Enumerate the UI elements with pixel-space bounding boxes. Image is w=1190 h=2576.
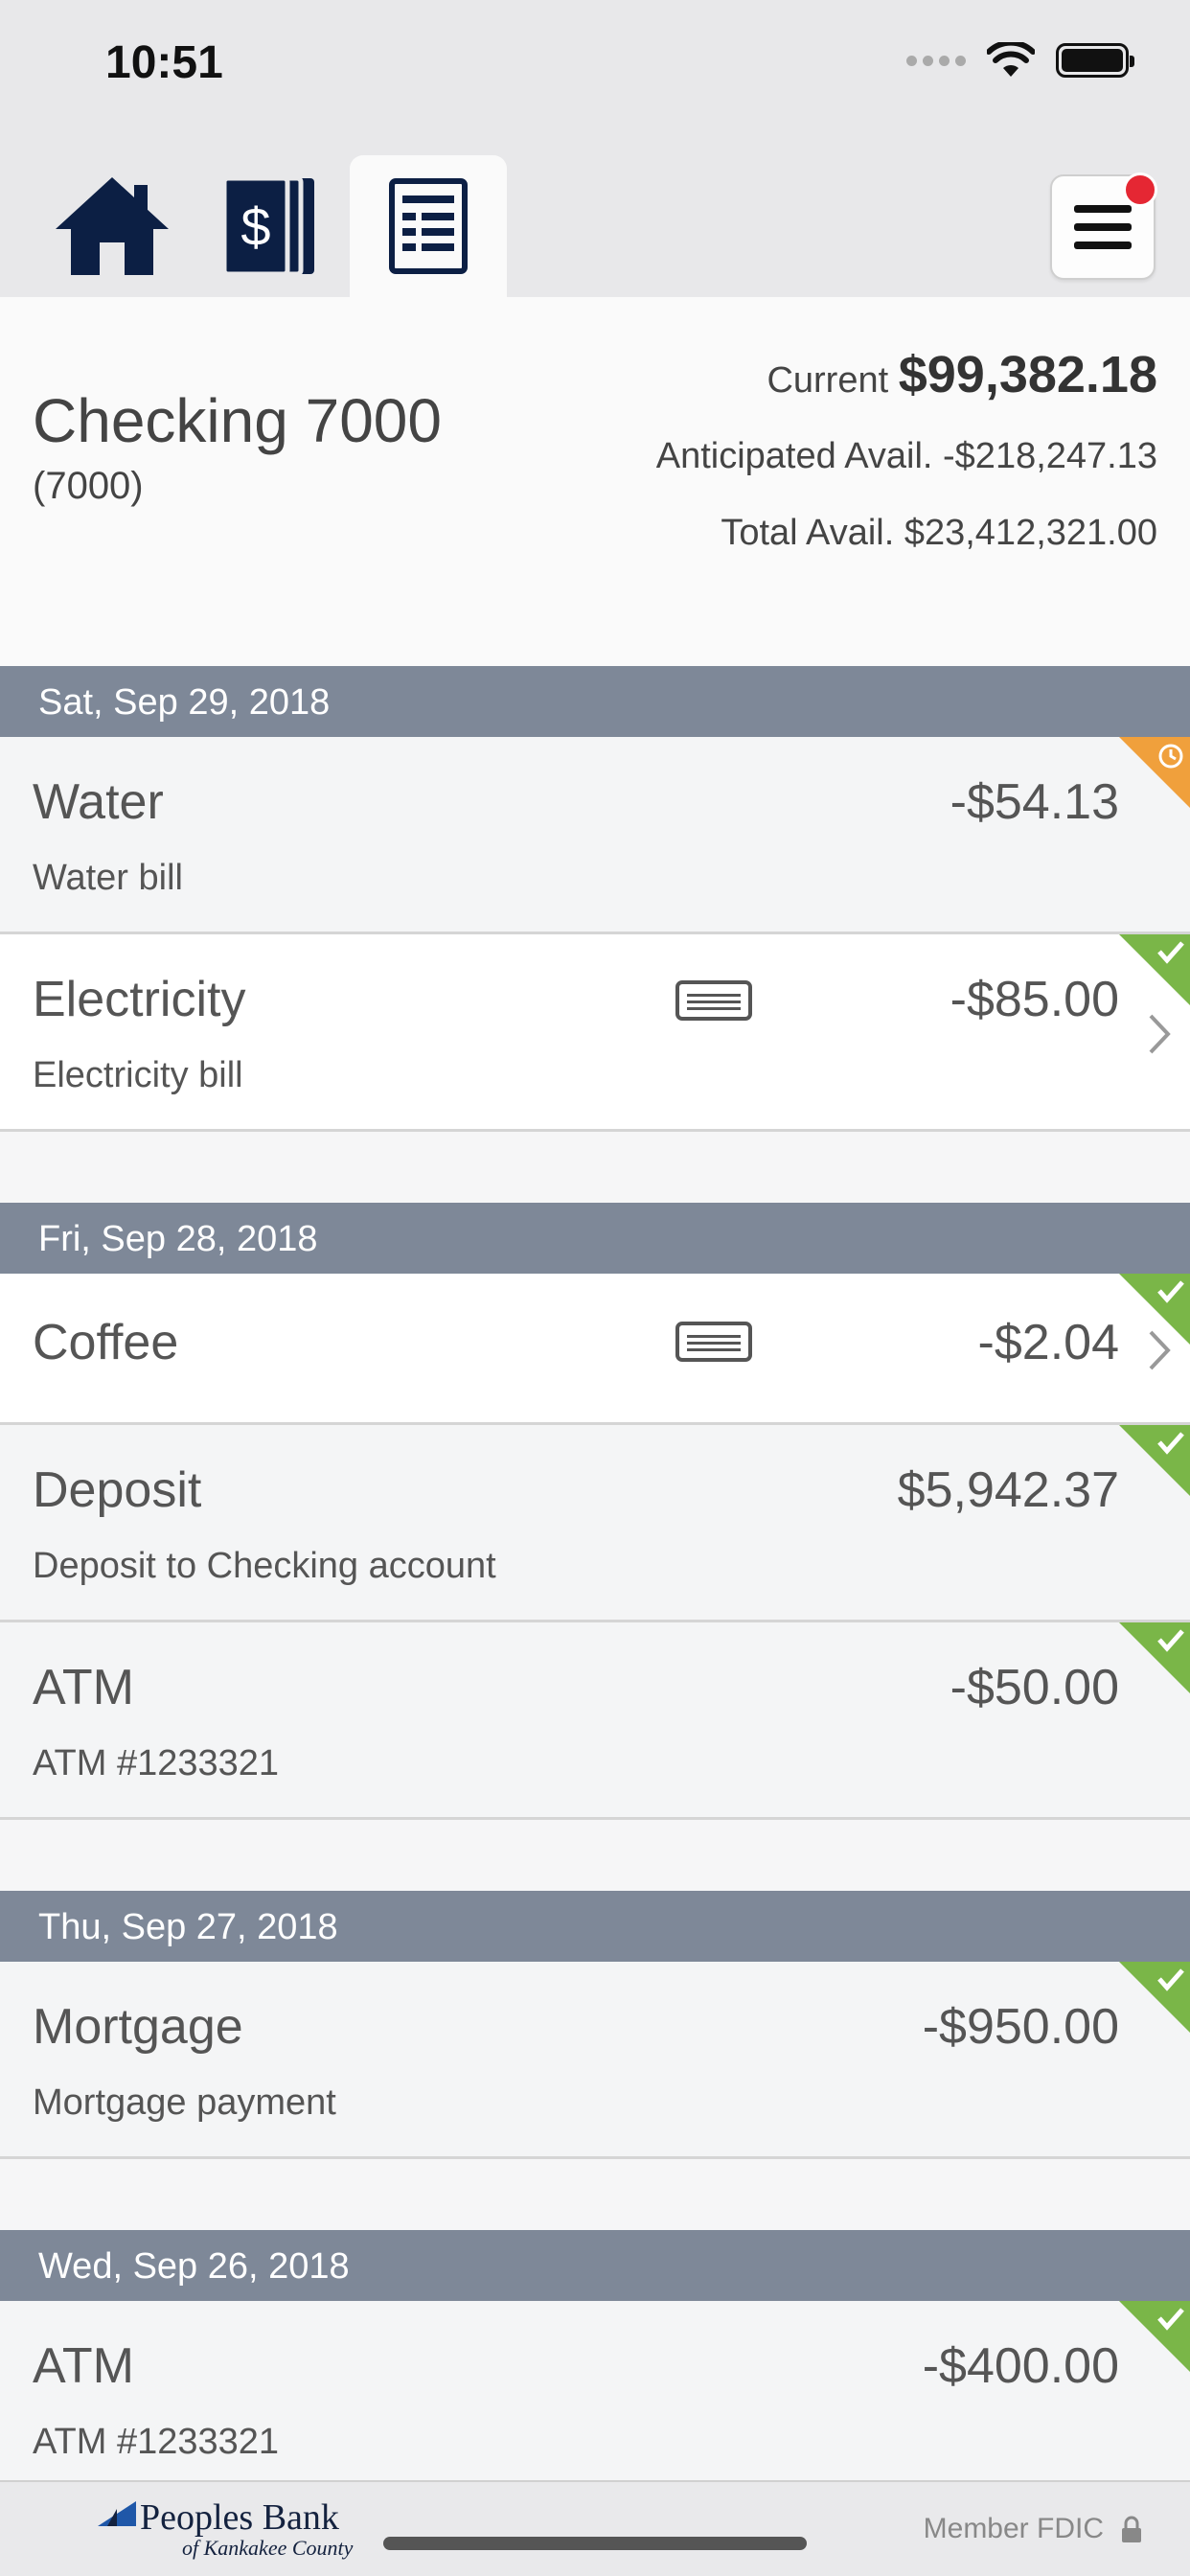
transaction-name: Coffee (33, 1315, 179, 1370)
transaction-amount: -$50.00 (950, 1660, 1119, 1715)
home-icon (56, 177, 169, 275)
home-indicator[interactable] (383, 2537, 807, 2550)
transaction-row[interactable]: Coffee -$2.04 (0, 1274, 1190, 1425)
transaction-name: ATM (33, 2338, 134, 2394)
notification-badge (1123, 172, 1157, 207)
tab-home[interactable] (34, 155, 191, 297)
transaction-amount: -$54.13 (950, 774, 1119, 830)
cleared-check-icon (1119, 1622, 1190, 1693)
transaction-name: Mortgage (33, 1999, 243, 2055)
accounts-icon: $ (222, 176, 314, 276)
transaction-name: ATM (33, 1660, 134, 1715)
pending-clock-icon (1119, 737, 1190, 808)
register-icon (389, 178, 468, 274)
anticipated-balance-value: -$218,247.13 (943, 436, 1157, 476)
account-summary: Checking 7000 (7000) Current $99,382.18 … (0, 297, 1190, 666)
chevron-right-icon[interactable] (1148, 1013, 1171, 1055)
anticipated-balance: Anticipated Avail. -$218,247.13 (656, 436, 1157, 477)
card-icon (675, 1322, 752, 1362)
transaction-row[interactable]: Water Water bill -$54.13 (0, 737, 1190, 934)
transaction-memo: ATM #1233321 (33, 1743, 280, 1783)
transaction-row[interactable]: Deposit Deposit to Checking account $5,9… (0, 1425, 1190, 1622)
logo-name: Peoples Bank (140, 2497, 339, 2538)
date-header: Thu, Sep 27, 2018 (0, 1891, 1190, 1962)
transaction-row[interactable]: ATM ATM #1233321 -$50.00 (0, 1622, 1190, 1820)
menu-button[interactable] (1050, 172, 1157, 280)
transaction-name: Water (33, 774, 164, 830)
total-balance: Total Avail. $23,412,321.00 (721, 513, 1157, 554)
total-balance-label: Total Avail. (721, 513, 895, 553)
cleared-check-icon (1119, 2301, 1190, 2372)
date-header: Fri, Sep 28, 2018 (0, 1203, 1190, 1274)
transaction-name: Electricity (33, 972, 246, 1027)
group-spacer (0, 1820, 1190, 1891)
status-icons (906, 42, 1134, 79)
group-spacer (0, 1132, 1190, 1203)
transaction-row[interactable]: ATM ATM #1233321 -$400.00 (0, 2301, 1190, 2498)
transaction-name: Deposit (33, 1462, 202, 1518)
status-bar: 10:51 (0, 0, 1190, 134)
transaction-memo: Water bill (33, 858, 183, 898)
transaction-amount: -$85.00 (950, 972, 1119, 1027)
date-header: Sat, Sep 29, 2018 (0, 666, 1190, 737)
transaction-amount: -$950.00 (922, 1999, 1119, 2055)
battery-icon (1056, 43, 1134, 78)
transaction-register: Sat, Sep 29, 2018 Water Water bill -$54.… (0, 666, 1190, 2498)
cleared-check-icon (1119, 1425, 1190, 1496)
cleared-check-icon (1119, 934, 1190, 1005)
transaction-row[interactable]: Mortgage Mortgage payment -$950.00 (0, 1962, 1190, 2159)
current-balance-label: Current (767, 360, 889, 401)
transaction-amount: -$2.04 (977, 1315, 1119, 1370)
date-header: Wed, Sep 26, 2018 (0, 2230, 1190, 2301)
card-icon (675, 980, 752, 1021)
cellular-signal-icon (906, 55, 966, 66)
wifi-icon (987, 42, 1035, 77)
transaction-memo: Electricity bill (33, 1055, 243, 1095)
transaction-memo: Deposit to Checking account (33, 1546, 496, 1586)
fdic-label: Member FDIC (923, 2513, 1104, 2544)
hamburger-menu-icon (1074, 205, 1132, 249)
anticipated-balance-label: Anticipated Avail. (655, 436, 933, 476)
total-balance-value: $23,412,321.00 (904, 513, 1157, 553)
tab-register[interactable] (350, 155, 507, 297)
lock-icon (1122, 2516, 1141, 2542)
transaction-memo: ATM #1233321 (33, 2422, 280, 2462)
svg-text:$: $ (240, 196, 270, 257)
cleared-check-icon (1119, 1962, 1190, 2033)
current-balance: Current $99,382.18 (767, 345, 1157, 404)
logo-subtitle: of Kankakee County (182, 2536, 354, 2560)
current-balance-value: $99,382.18 (898, 346, 1157, 403)
toolbar: $ (0, 134, 1190, 297)
tab-accounts[interactable]: $ (192, 155, 349, 297)
logo-mark-icon (98, 2501, 136, 2526)
transaction-amount: -$400.00 (922, 2338, 1119, 2394)
bank-logo: Peoples Bank of Kankakee County (96, 2499, 353, 2561)
footer: Peoples Bank of Kankakee County Member F… (0, 2480, 1190, 2576)
cleared-check-icon (1119, 1274, 1190, 1345)
account-name: Checking 7000 (33, 386, 442, 455)
account-number: (7000) (33, 465, 144, 507)
transaction-memo: Mortgage payment (33, 2082, 336, 2123)
group-spacer (0, 2159, 1190, 2230)
transaction-row[interactable]: Electricity Electricity bill -$85.00 (0, 934, 1190, 1132)
status-time: 10:51 (105, 37, 223, 88)
transaction-amount: $5,942.37 (897, 1462, 1119, 1518)
